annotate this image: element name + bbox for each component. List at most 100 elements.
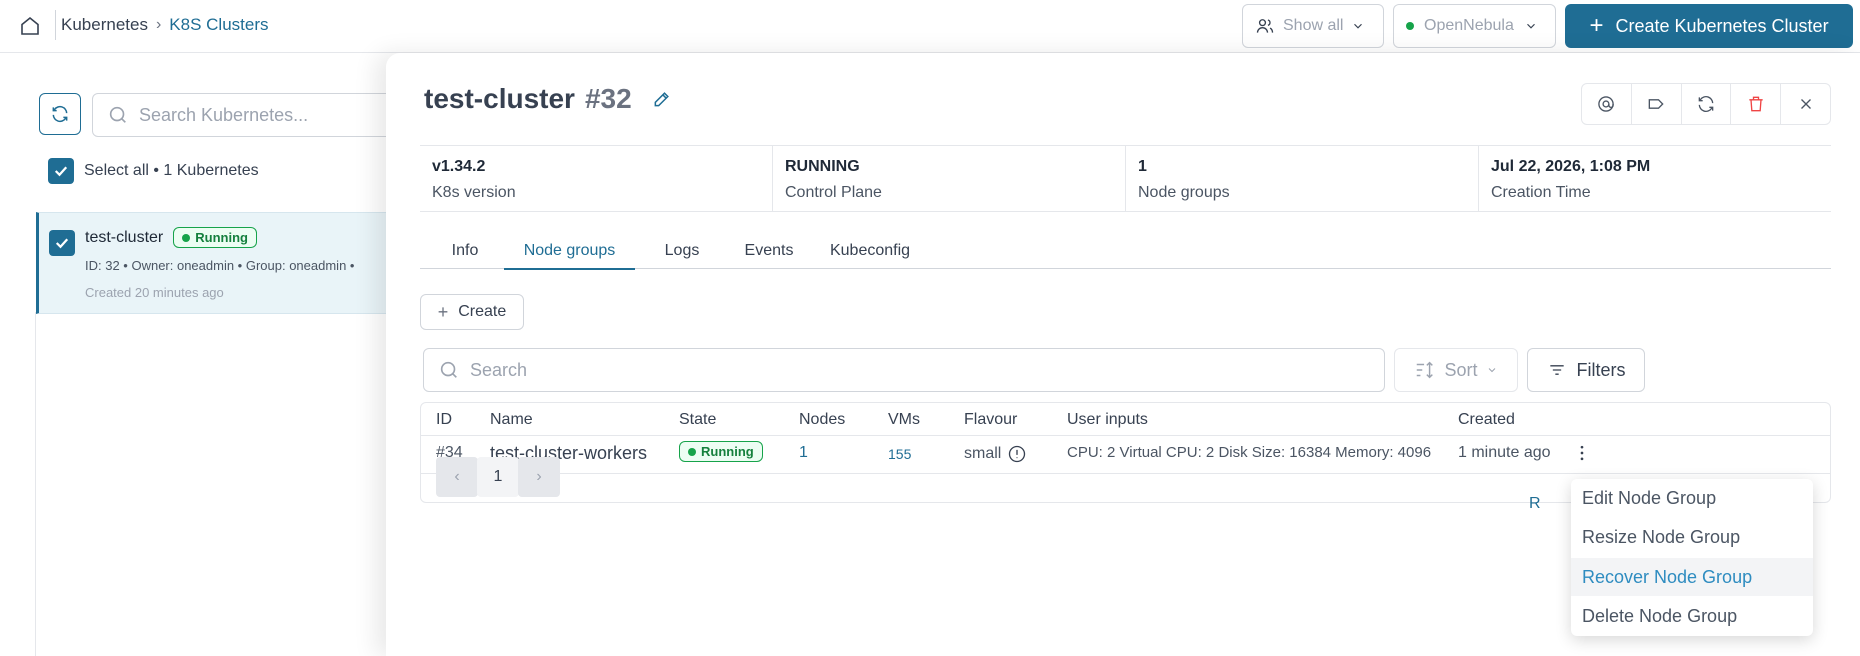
cell-flavour: small (964, 444, 1027, 464)
pagination-prev[interactable]: ‹ (436, 457, 478, 497)
column-header-vms: VMs (888, 411, 920, 428)
users-icon (1256, 19, 1274, 33)
detail-name: test-cluster (424, 83, 575, 114)
cluster-card[interactable]: test-cluster Running ID: 32 • Owner: one… (36, 212, 396, 314)
cloud-selector[interactable]: OpenNebula (1393, 4, 1556, 48)
chevron-right-icon: › (155, 16, 162, 33)
delete-button[interactable] (1731, 84, 1782, 124)
menu-item-resize-node-group[interactable]: Resize Node Group (1571, 518, 1813, 556)
refresh-button[interactable] (39, 93, 81, 135)
create-kubernetes-cluster-button[interactable]: + Create Kubernetes Cluster (1565, 4, 1853, 48)
stat-value: 1 (1138, 158, 1147, 175)
tab-events[interactable]: Events (734, 242, 804, 268)
cluster-checkbox[interactable] (49, 230, 75, 256)
chevron-down-icon (1354, 23, 1363, 29)
tag-icon (1648, 99, 1664, 109)
cloud-label: OpenNebula (1424, 17, 1514, 34)
status-badge: Running (679, 441, 763, 462)
menu-item-edit-node-group[interactable]: Edit Node Group (1571, 479, 1813, 517)
status-text: Running (701, 444, 754, 459)
sort-button[interactable]: Sort (1394, 348, 1518, 392)
flavour-text: small (964, 445, 1002, 462)
status-dot (688, 447, 696, 456)
detail-title: test-cluster #32 (424, 83, 672, 115)
status-dot (1406, 22, 1414, 30)
cluster-created: Created 20 minutes ago (85, 285, 224, 300)
node-group-context-menu: Edit Node Group Resize Node Group Recove… (1571, 479, 1813, 636)
detail-id: #32 (584, 83, 632, 114)
detail-actions (1581, 83, 1831, 125)
stat-creation-time: Jul 22, 2026, 1:08 PM Creation Time (1479, 146, 1831, 211)
create-kubernetes-cluster-label: Create Kubernetes Cluster (1615, 15, 1829, 36)
home-icon[interactable] (18, 14, 42, 38)
check-icon (54, 166, 68, 177)
sort-icon (1417, 361, 1434, 379)
filters-label: Filters (1576, 359, 1626, 380)
divider (421, 473, 1830, 474)
stat-node-groups: 1 Node groups (1126, 146, 1479, 211)
plus-icon: + (437, 301, 449, 322)
pagination-next[interactable]: › (518, 457, 560, 497)
info-icon[interactable] (1007, 444, 1027, 464)
detail-tabs: Info Node groups Logs Events Kubeconfig (420, 242, 1831, 270)
cell-state: Running (679, 441, 763, 462)
refresh-icon (1698, 95, 1714, 113)
cluster-name: test-cluster (85, 228, 164, 246)
tab-kubeconfig[interactable]: Kubeconfig (820, 242, 920, 268)
column-header-flavour: Flavour (964, 411, 1018, 428)
breadcrumb: Kubernetes › K8S Clusters (61, 15, 268, 35)
stat-label: Node groups (1138, 184, 1230, 201)
select-all[interactable]: Select all • 1 Kubernetes (48, 158, 259, 184)
stat-value: RUNNING (785, 158, 860, 175)
plus-icon: + (1589, 12, 1604, 39)
ownership-button[interactable] (1582, 84, 1632, 124)
column-header-state: State (679, 411, 717, 428)
cluster-meta: ID: 32 • Owner: oneadmin • Group: oneadm… (85, 258, 355, 273)
cluster-stats: v1.34.2 K8s version RUNNING Control Plan… (420, 145, 1831, 212)
show-all-label: Show all (1283, 17, 1344, 34)
menu-item-delete-node-group[interactable]: Delete Node Group (1571, 597, 1813, 635)
tab-info[interactable]: Info (435, 242, 495, 268)
stat-value: v1.34.2 (432, 158, 486, 175)
top-bar: Kubernetes › K8S Clusters Show all OpenN… (0, 0, 1860, 53)
stat-value: Jul 22, 2026, 1:08 PM (1491, 158, 1651, 175)
menu-item-recover-node-group[interactable]: Recover Node Group (1571, 558, 1813, 596)
refresh-detail-button[interactable] (1682, 84, 1732, 124)
cluster-list-panel: Search Kubernetes... Select all • 1 Kube… (0, 53, 396, 656)
select-all-checkbox[interactable] (48, 158, 74, 184)
column-header-id: ID (436, 411, 452, 428)
cell-user-inputs: CPU: 2 Virtual CPU: 2 Disk Size: 16384 M… (1067, 444, 1432, 461)
search-placeholder: Search (470, 359, 528, 380)
divider (421, 435, 1830, 436)
filters-button[interactable]: Filters (1527, 348, 1645, 392)
breadcrumb-k8s-clusters[interactable]: K8S Clusters (169, 15, 268, 35)
stat-control-plane: RUNNING Control Plane (773, 146, 1126, 211)
cell-created: 1 minute ago (1458, 444, 1551, 461)
column-header-nodes: Nodes (799, 411, 846, 428)
label-button[interactable] (1632, 84, 1682, 124)
stat-label: Control Plane (785, 184, 882, 201)
occluded-text-fragment: R (1529, 495, 1541, 512)
search-placeholder: Search Kubernetes... (139, 104, 309, 125)
column-header-name: Name (490, 411, 533, 428)
create-node-group-button[interactable]: + Create (420, 294, 524, 330)
tab-node-groups[interactable]: Node groups (504, 242, 635, 270)
tab-logs[interactable]: Logs (652, 242, 712, 268)
cell-vms[interactable]: 155 (888, 446, 911, 462)
create-label: Create (458, 303, 507, 320)
column-header-created: Created (1458, 411, 1515, 428)
pencil-icon[interactable] (652, 89, 672, 109)
at-sign-icon (1598, 96, 1615, 112)
show-all-button[interactable]: Show all (1242, 4, 1384, 48)
pagination-page[interactable]: 1 (477, 457, 519, 497)
more-vertical-icon[interactable] (1572, 443, 1592, 463)
stat-label: Creation Time (1491, 184, 1591, 201)
sort-label: Sort (1444, 359, 1478, 380)
search-icon (109, 106, 126, 123)
close-button[interactable] (1781, 84, 1830, 124)
cell-nodes[interactable]: 1 (799, 444, 808, 462)
cluster-card-title: test-cluster Running (85, 227, 257, 248)
breadcrumb-kubernetes[interactable]: Kubernetes (61, 15, 148, 35)
search-kubernetes-input[interactable]: Search Kubernetes... (92, 93, 392, 137)
node-group-search-input[interactable]: Search (423, 348, 1385, 392)
